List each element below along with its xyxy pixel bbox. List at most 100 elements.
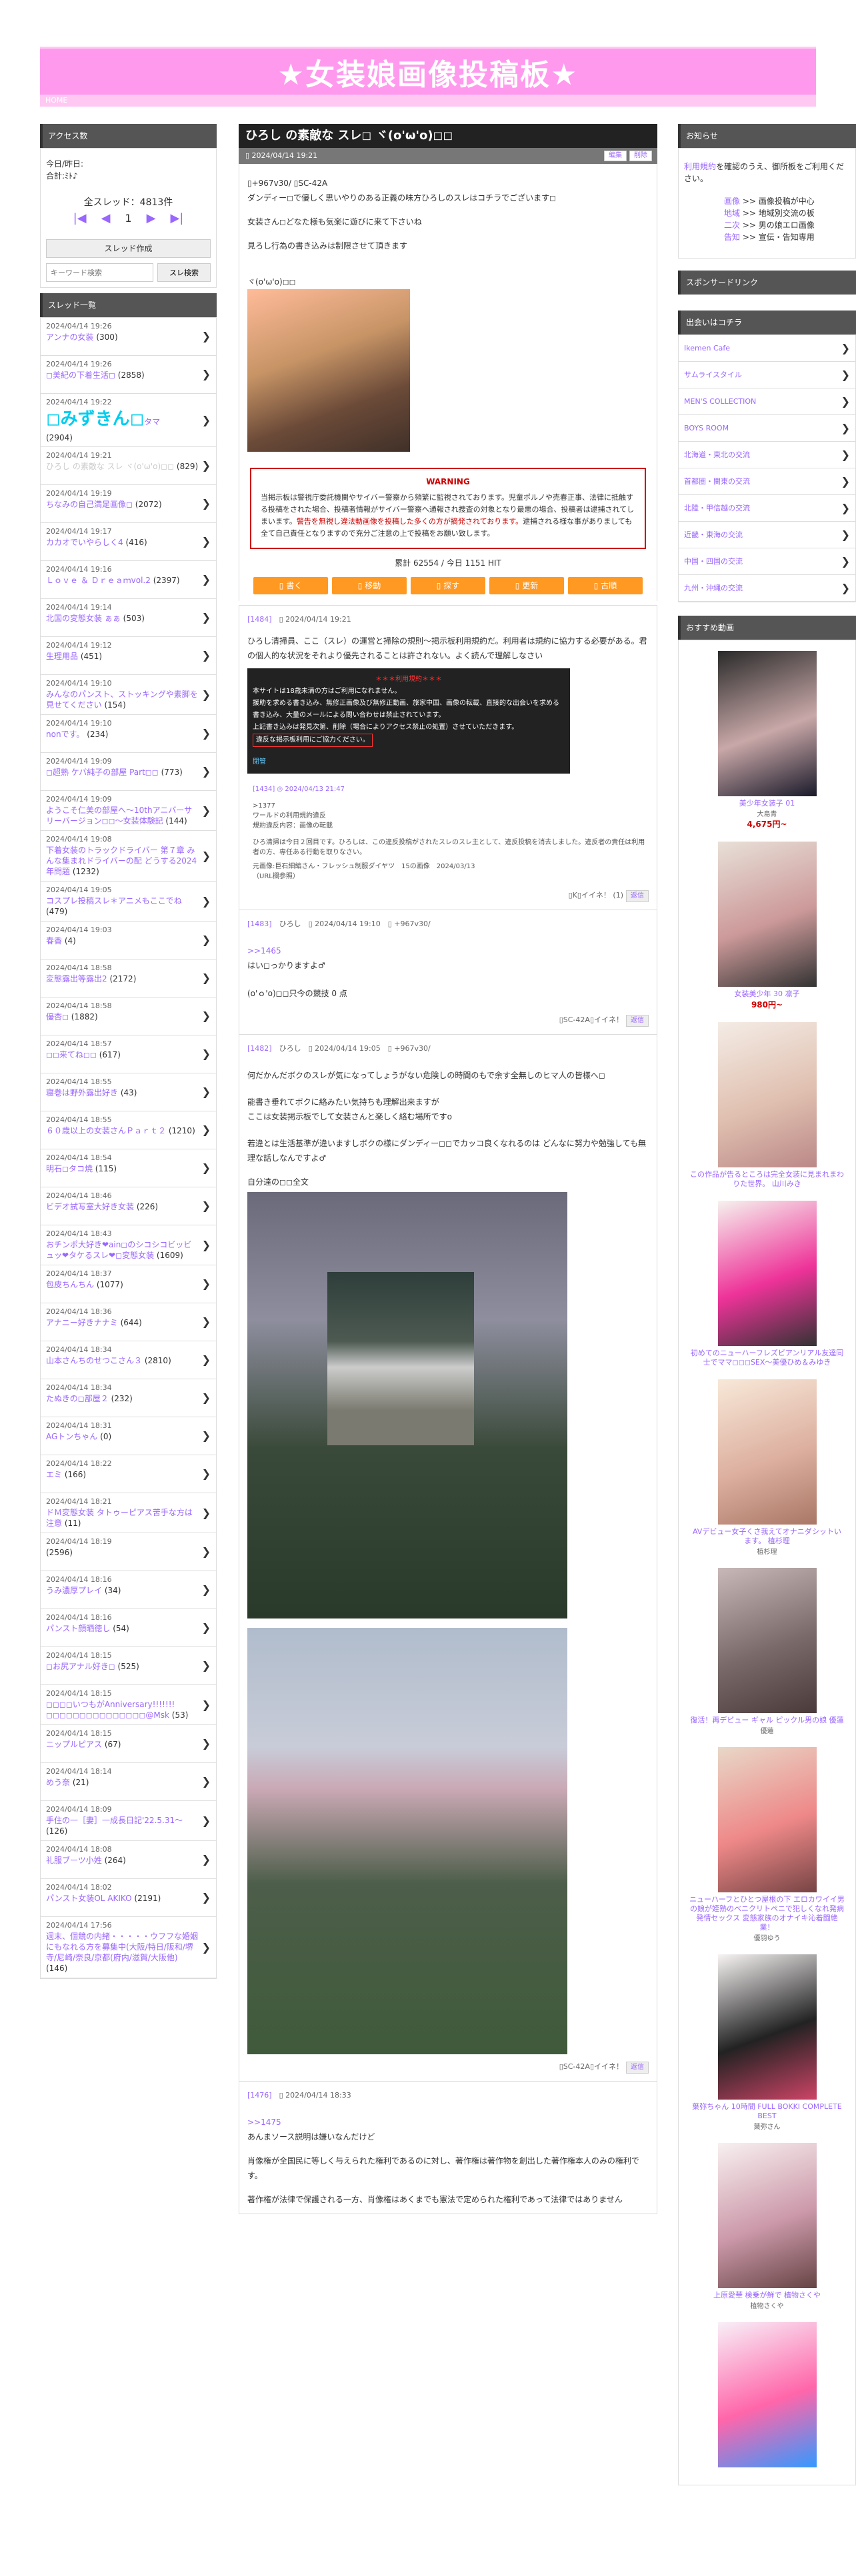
thread-list-item[interactable]: 2024/04/14 19:22 ◻︎みずきん◻︎タマ (2904) ❯ xyxy=(41,394,216,447)
thread-list-item[interactable]: 2024/04/14 18:55 ６０歳以上の女装さんＰａｒｔ２ (1210) ❯ xyxy=(41,1111,216,1149)
thread-title[interactable]: Ｌｏｖｅ ＆ Ｄｒｅａｍvol.2 (2397) xyxy=(46,575,199,586)
thread-title[interactable]: 山本さんちのせつこさん３ (2810) xyxy=(46,1355,199,1366)
video-card[interactable]: 復活！再デビュー ギャル ピックル男の娘 優蓮 優蓮 xyxy=(684,1568,850,1735)
thread-list-item[interactable]: 2024/04/14 19:19 ちなみの自己満足画像◻︎ (2072) ❯ xyxy=(41,485,216,523)
board-link[interactable]: 画像 >> 画像投稿が中心 xyxy=(724,195,850,207)
action-button[interactable]: ▯ 古順 xyxy=(568,577,643,594)
video-card[interactable] xyxy=(684,2322,850,2467)
thread-list-item[interactable]: 2024/04/14 19:08 下着女装のトラックドライバー 第７章 みんな集ま… xyxy=(41,831,216,882)
thread-list-item[interactable]: 2024/04/14 19:09 ようこそ仁美の部屋へ〜10thアニバーサリーバー… xyxy=(41,791,216,831)
thread-list-item[interactable]: 2024/04/14 19:17 カカオでいやらしく4 (416) ❯ xyxy=(41,523,216,561)
thread-list-item[interactable]: 2024/04/14 19:10 nonです。 (234) ❯ xyxy=(41,715,216,753)
thread-list-item[interactable]: 2024/04/14 19:12 生理用品 (451) ❯ xyxy=(41,637,216,675)
thread-title[interactable]: ビデオ試写室大好き女装 (226) xyxy=(46,1201,199,1212)
reply-button[interactable]: 返信 xyxy=(626,1015,649,1027)
action-button[interactable]: ▯ 書く xyxy=(253,577,328,594)
thread-title[interactable]: ◻︎◻︎来てね◻︎◻︎ (617) xyxy=(46,1049,199,1060)
thread-list-item[interactable]: 2024/04/14 18:09 手住の一［妻］一成長日記'22.5.31〜 (1… xyxy=(41,1801,216,1841)
thread-title[interactable]: 春香 (4) xyxy=(46,936,199,946)
last-page-icon[interactable]: ▶| xyxy=(170,213,183,225)
thread-title[interactable]: ◻︎超熟 ケバ純子の部屋 Part◻︎◻︎ (773) xyxy=(46,767,199,778)
video-card[interactable]: 葉弥ちゃん 10時間 FULL BOKKI COMPLETE BEST 葉弥さん xyxy=(684,1954,850,2131)
video-title[interactable]: 女装美少年 30 凛子 xyxy=(684,989,850,999)
video-card[interactable]: この作品が告るところは完全女装に見まれまわりた世界。 山川みき xyxy=(684,1022,850,1189)
video-thumbnail[interactable] xyxy=(717,1747,817,1892)
thread-list-item[interactable]: 2024/04/14 18:43 おチンポ大好き❤︎ain◻︎のシコシコビッビュッ… xyxy=(41,1225,216,1265)
thread-list-item[interactable]: 2024/04/14 18:21 ドＭ変態女装 タトゥーピアス苦手な方は注意 (1… xyxy=(41,1493,216,1533)
thread-title[interactable]: 手住の一［妻］一成長日記'22.5.31〜 (126) xyxy=(46,1815,199,1836)
next-page-icon[interactable]: ▶ xyxy=(147,213,156,225)
thread-title[interactable]: 週末、個競の内緒・・・・・ウフフな婚姻にもなれる方を募集中(大阪/特日/阪和/堺… xyxy=(46,1931,199,1974)
video-thumbnail[interactable] xyxy=(717,842,817,987)
thread-title[interactable]: 明石◻︎タコ燒 (115) xyxy=(46,1163,199,1174)
thread-title[interactable]: 礼服ブーツ小姓 (264) xyxy=(46,1855,199,1866)
video-card[interactable]: 美少年女装子 01 大島青 4,675円~ xyxy=(684,651,850,830)
thread-list-item[interactable]: 2024/04/14 18:58 変態露出等露出2 (2172) ❯ xyxy=(41,960,216,997)
search-button[interactable]: スレ検索 xyxy=(157,263,211,282)
thread-list-item[interactable]: 2024/04/14 18:08 礼服ブーツ小姓 (264) ❯ xyxy=(41,1841,216,1879)
deai-link[interactable]: 北陸・甲信越の交流 ❯ xyxy=(679,495,855,522)
create-thread-button[interactable]: スレッド作成 xyxy=(46,239,211,258)
thread-title[interactable]: 北国の変態女装 ぁぁ (503) xyxy=(46,613,199,624)
thread-list-item[interactable]: 2024/04/14 18:31 AGトンちゃん (0) ❯ xyxy=(41,1417,216,1455)
deai-link[interactable]: BOYS ROOM ❯ xyxy=(679,415,855,442)
thread-list-item[interactable]: 2024/04/14 18:57 ◻︎◻︎来てね◻︎◻︎ (617) ❯ xyxy=(41,1035,216,1073)
deai-link[interactable]: 中国・四国の交流 ❯ xyxy=(679,548,855,575)
video-title[interactable]: ニューハーフとひとつ屋根の下 エロカワイイ男の娘が姪熟のベニクリトペニで犯しくな… xyxy=(684,1895,850,1932)
thread-list-item[interactable]: 2024/04/14 18:15 ◻︎◻︎◻︎◻︎いつもがAnniversary!… xyxy=(41,1685,216,1725)
video-card[interactable]: 上原愛華 検乗が鮮で 植物さくや 植物さくや xyxy=(684,2143,850,2310)
thread-title[interactable]: ようこそ仁美の部屋へ〜10thアニバーサリーバージョン◻︎◻︎〜女装体験記 (1… xyxy=(46,805,199,826)
thread-title[interactable]: 寝巻は野外露出好き (43) xyxy=(46,1087,199,1098)
thread-title[interactable]: めう奈 (21) xyxy=(46,1777,199,1788)
search-input[interactable] xyxy=(46,263,153,282)
thread-list-item[interactable]: 2024/04/14 19:10 みんなのパンスト、ストッキングや素脚を見せてくだ… xyxy=(41,675,216,715)
thread-title[interactable]: ６０歳以上の女装さんＰａｒｔ２ (1210) xyxy=(46,1125,199,1136)
park-photo[interactable] xyxy=(247,1628,567,2054)
home-link[interactable]: HOME xyxy=(45,96,67,105)
thread-list-item[interactable]: 2024/04/14 17:56 週末、個競の内緒・・・・・ウフフな婚姻にもなれる… xyxy=(41,1917,216,1978)
thread-title[interactable]: 生理用品 (451) xyxy=(46,651,199,662)
thread-title[interactable]: 下着女装のトラックドライバー 第７章 みんな集まれドライバーの配 どうする202… xyxy=(46,845,199,877)
video-title[interactable]: 復活！再デビュー ギャル ピックル男の娘 優蓮 xyxy=(684,1716,850,1725)
video-card[interactable]: ニューハーフとひとつ屋根の下 エロカワイイ男の娘が姪熟のベニクリトペニで犯しくな… xyxy=(684,1747,850,1942)
deai-link[interactable]: 九州・沖縄の交流 ❯ xyxy=(679,575,855,602)
action-button[interactable]: ▯ 移動 xyxy=(332,577,407,594)
thread-title[interactable]: ちなみの自己満足画像◻︎ (2072) xyxy=(46,499,199,510)
video-title[interactable]: 葉弥ちゃん 10時間 FULL BOKKI COMPLETE BEST xyxy=(684,2102,850,2121)
video-thumbnail[interactable] xyxy=(717,2322,817,2467)
thread-title[interactable]: エミ (166) xyxy=(46,1469,199,1480)
video-thumbnail[interactable] xyxy=(717,2143,817,2288)
thread-list-item[interactable]: 2024/04/14 18:14 めう奈 (21) ❯ xyxy=(41,1763,216,1801)
thread-title[interactable]: ドＭ変態女装 タトゥーピアス苦手な方は注意 (11) xyxy=(46,1507,199,1529)
thread-title[interactable]: ひろし の素敵な スレ ヾ(o'ω'o)◻︎◻︎ (829) xyxy=(46,461,199,472)
video-title[interactable]: 美少年女装子 01 xyxy=(684,799,850,808)
thread-list-item[interactable]: 2024/04/14 18:19 (2596) ❯ xyxy=(41,1533,216,1571)
video-thumbnail[interactable] xyxy=(717,1568,817,1713)
video-card[interactable]: AVデビュー女子くさ我えてオナニダシットいます。 植杉理 植杉理 xyxy=(684,1379,850,1556)
video-thumbnail[interactable] xyxy=(717,1201,817,1346)
thread-list-item[interactable]: 2024/04/14 18:16 パンスト顔晒徳し (54) ❯ xyxy=(41,1609,216,1647)
thread-list-item[interactable]: 2024/04/14 19:03 春香 (4) ❯ xyxy=(41,922,216,960)
video-title[interactable]: 初めてのニューハーフレズビアンリアル友達同士でママ◻︎◻︎◻︎SEX〜美優ひめ＆… xyxy=(684,1349,850,1367)
reply-anchor[interactable]: >>1475 xyxy=(247,2115,649,2130)
thread-list-item[interactable]: 2024/04/14 19:21 ひろし の素敵な スレ ヾ(o'ω'o)◻︎◻︎… xyxy=(41,447,216,485)
castle-photo[interactable] xyxy=(247,1192,567,1618)
thread-title[interactable]: うみ濃厚プレイ (34) xyxy=(46,1585,199,1596)
thread-title[interactable]: ◻︎みずきん◻︎タマ xyxy=(46,408,199,433)
deai-link[interactable]: 北海道・東北の交流 ❯ xyxy=(679,442,855,468)
thread-title[interactable]: ◻︎美紀の下着生活◻︎ (2858) xyxy=(46,370,199,380)
thread-list-item[interactable]: 2024/04/14 18:58 優杏◻︎ (1882) ❯ xyxy=(41,997,216,1035)
deai-link[interactable]: 首都圏・関東の交流 ❯ xyxy=(679,468,855,495)
action-button[interactable]: ▯ 更新 xyxy=(489,577,564,594)
video-title[interactable]: この作品が告るところは完全女装に見まれまわりた世界。 山川みき xyxy=(684,1170,850,1189)
thread-list-item[interactable]: 2024/04/14 19:16 Ｌｏｖｅ ＆ Ｄｒｅａｍvol.2 (2397)… xyxy=(41,561,216,599)
thread-title[interactable]: 変態露出等露出2 (2172) xyxy=(46,973,199,984)
thread-list-item[interactable]: 2024/04/14 18:34 たぬきの◻︎部屋２ (232) ❯ xyxy=(41,1379,216,1417)
deai-link[interactable]: MEN'S COLLECTION ❯ xyxy=(679,388,855,415)
op-photo[interactable] xyxy=(247,289,410,452)
thread-list-item[interactable]: 2024/04/14 18:02 パンスト女装OL AKIKO (2191) ❯ xyxy=(41,1879,216,1917)
thread-title[interactable]: ニップルピアス (67) xyxy=(46,1739,199,1750)
first-page-icon[interactable]: |◀ xyxy=(73,213,87,225)
board-link[interactable]: 地域 >> 地域別交流の板 xyxy=(724,207,850,219)
thread-list-item[interactable]: 2024/04/14 18:16 うみ濃厚プレイ (34) ❯ xyxy=(41,1571,216,1609)
